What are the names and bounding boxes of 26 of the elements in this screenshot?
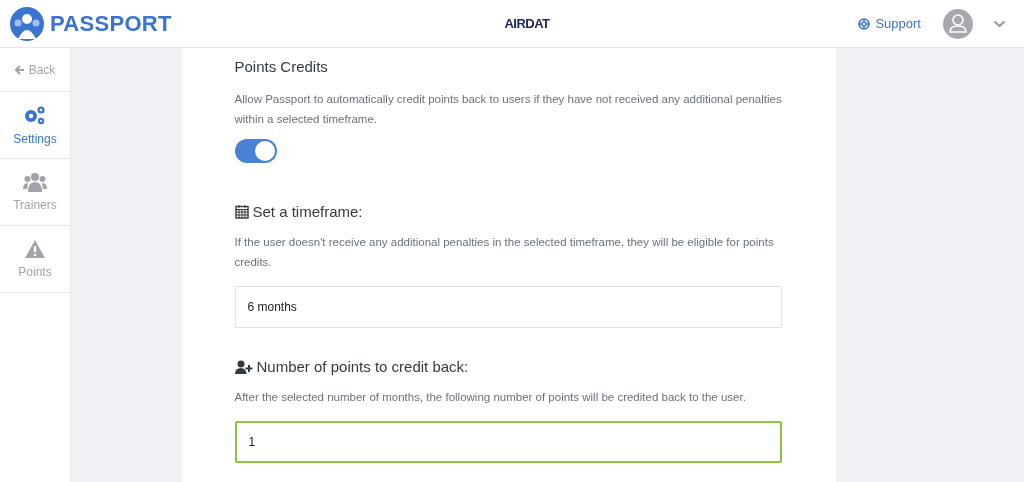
help-text: If the user doesn't receive any additional penalties in the selected timeframe, they will be eligible for points credits. — [234, 235, 775, 270]
calendar-icon — [234, 204, 249, 219]
input-field[interactable]: 6 months — [234, 286, 782, 328]
gears-icon — [23, 104, 47, 126]
brand-name: PASSPORT — [50, 10, 172, 37]
section-title: Points Credits — [234, 58, 329, 75]
sidebar-item[interactable]: Back — [0, 48, 70, 92]
sidebar-item[interactable]: Settings — [0, 92, 70, 159]
user-plus-icon — [234, 359, 253, 374]
description-text: Allow Passport to automatically credit points back to users if they have not received any additional penalties within a selected timeframe. — [234, 92, 783, 127]
sidebar-item[interactable]: Points — [0, 226, 70, 293]
input-field[interactable]: 1 — [234, 421, 782, 463]
warning-icon — [24, 239, 46, 259]
sidebar-item[interactable]: Trainers — [0, 159, 70, 226]
toggle-switch[interactable] — [234, 139, 277, 163]
lifebuoy-icon — [858, 17, 871, 30]
partner-logo: AIRDAT — [504, 16, 550, 31]
support-link[interactable]: Support — [858, 16, 921, 31]
arrow-left-icon — [14, 64, 25, 75]
users-icon — [23, 172, 47, 192]
logo-icon — [10, 6, 44, 41]
field-heading: Number of points to credit back: — [256, 358, 469, 375]
help-text: After the selected number of months, the following number of points will be credited back to the user. — [234, 390, 747, 405]
avatar-icon[interactable] — [943, 8, 973, 39]
field-heading: Set a timeframe: — [252, 203, 363, 220]
chevron-down-icon[interactable] — [993, 19, 1006, 28]
